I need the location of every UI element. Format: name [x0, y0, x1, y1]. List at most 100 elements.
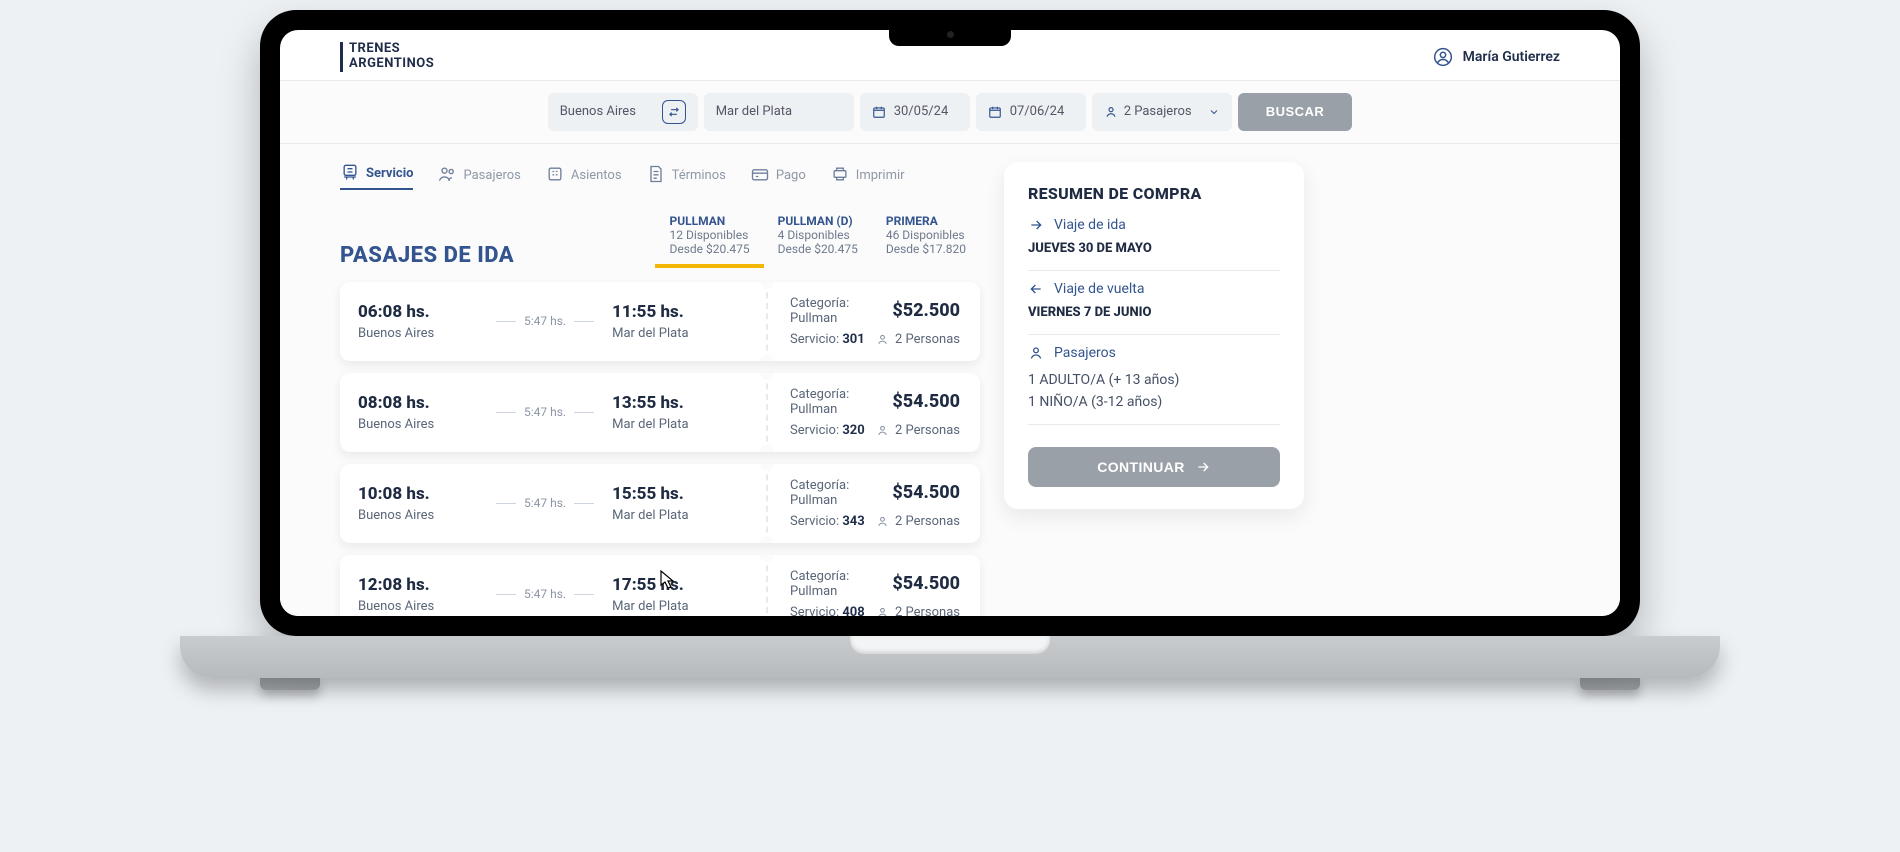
- step-icon: [750, 164, 770, 188]
- person-icon: [876, 515, 889, 528]
- destination-value: Mar del Plata: [716, 104, 792, 119]
- person-icon: [876, 606, 889, 616]
- step-icon: [340, 162, 360, 186]
- user-name: María Gutierrez: [1463, 49, 1560, 65]
- dep-time: 06:08 hs.: [358, 302, 478, 322]
- step-label: Pasajeros: [463, 168, 520, 183]
- category-tab[interactable]: PRIMERA46 DisponiblesDesde $17.820: [872, 210, 980, 268]
- section-title: PASAJES DE IDA: [340, 243, 514, 268]
- cat-avail: 46 Disponibles: [886, 228, 966, 242]
- trip-card[interactable]: 10:08 hs.Buenos Aires5:47 hs.15:55 hs.Ma…: [340, 464, 980, 543]
- pax: 2 Personas: [876, 514, 960, 529]
- cat-from: Desde $17.820: [886, 242, 966, 256]
- dep-time: 08:08 hs.: [358, 393, 478, 413]
- ticket-divider: [766, 464, 768, 543]
- swap-icon: [667, 105, 681, 119]
- arr-time: 13:55 hs.: [612, 393, 732, 413]
- summary-go-date: JUEVES 30 DE MAYO: [1028, 241, 1280, 256]
- step-servicio[interactable]: Servicio: [340, 162, 413, 190]
- arrow-right-icon: [1195, 459, 1211, 475]
- summary-back-row: Viaje de vuelta: [1028, 281, 1280, 297]
- category-tabs: PULLMAN12 DisponiblesDesde $20.475PULLMA…: [655, 210, 980, 268]
- search-button[interactable]: BUSCAR: [1238, 93, 1353, 131]
- ticket-divider: [766, 282, 768, 361]
- arr-city: Mar del Plata: [612, 326, 732, 341]
- step-pago[interactable]: Pago: [750, 164, 806, 188]
- cat-avail: 4 Disponibles: [778, 228, 858, 242]
- pax: 2 Personas: [876, 605, 960, 616]
- arrow-left-icon: [1028, 281, 1044, 297]
- search-bar: Buenos Aires Mar del Plata 30/05/24 07/0…: [280, 80, 1620, 144]
- ticket-divider: [766, 555, 768, 616]
- step-icon: [646, 164, 666, 188]
- brand-line1: TRENES: [349, 42, 434, 57]
- date-back-value: 07/06/24: [1010, 104, 1065, 119]
- category-label: Categoría: Pullman: [790, 296, 892, 326]
- passengers-value: 2 Pasajeros: [1124, 104, 1192, 119]
- arr-time: 11:55 hs.: [612, 302, 732, 322]
- swap-button[interactable]: [662, 100, 686, 124]
- dep-city: Buenos Aires: [358, 599, 478, 614]
- summary-pax-label: Pasajeros: [1054, 345, 1116, 361]
- pax: 2 Personas: [876, 332, 960, 347]
- person-icon: [1104, 105, 1118, 119]
- step-pasajeros[interactable]: Pasajeros: [437, 164, 520, 188]
- passengers-field[interactable]: 2 Pasajeros: [1092, 93, 1232, 131]
- trip-card[interactable]: 12:08 hs.Buenos Aires5:47 hs.17:55 hs.Ma…: [340, 555, 980, 616]
- trip-card[interactable]: 06:08 hs. Buenos Aires 5:47 hs. 11:55 hs. Ma…: [340, 282, 980, 361]
- summary-pax-line: 1 NIÑO/A (3-12 años): [1028, 391, 1280, 413]
- date-back-field[interactable]: 07/06/24: [976, 93, 1086, 131]
- ticket-divider: [766, 373, 768, 452]
- step-asientos[interactable]: Asientos: [545, 164, 622, 188]
- chevron-down-icon: [1208, 106, 1220, 118]
- summary-title: RESUMEN DE COMPRA: [1028, 184, 1280, 203]
- pax: 2 Personas: [876, 423, 960, 438]
- cat-name: PULLMAN (D): [778, 214, 858, 228]
- step-label: Pago: [776, 168, 806, 183]
- step-términos[interactable]: Términos: [646, 164, 726, 188]
- person-icon: [876, 424, 889, 437]
- arrow-right-icon: [1028, 217, 1044, 233]
- divider: [1028, 424, 1280, 425]
- step-icon: [830, 164, 850, 188]
- duration: 5:47 hs.: [496, 405, 594, 419]
- price: $52.500: [892, 300, 960, 321]
- category-tab[interactable]: PULLMAN (D)4 DisponiblesDesde $20.475: [764, 210, 872, 268]
- person-icon: [1028, 345, 1044, 361]
- category-label: Categoría: Pullman: [790, 569, 892, 599]
- summary-pax-list: 1 ADULTO/A (+ 13 años)1 NIÑO/A (3-12 año…: [1028, 369, 1280, 414]
- destination-field[interactable]: Mar del Plata: [704, 93, 854, 131]
- category-tab[interactable]: PULLMAN12 DisponiblesDesde $20.475: [655, 210, 763, 268]
- date-go-field[interactable]: 30/05/24: [860, 93, 970, 131]
- step-label: Imprimir: [856, 168, 905, 183]
- price: $54.500: [892, 391, 960, 412]
- progress-steps: Servicio Pasajeros Asientos Términos Pago Imp…: [340, 162, 980, 190]
- summary-back-date: VIERNES 7 DE JUNIO: [1028, 305, 1280, 320]
- service: Servicio: 301: [790, 332, 865, 347]
- divider: [1028, 334, 1280, 335]
- service: Servicio: 343: [790, 514, 865, 529]
- user-menu[interactable]: María Gutierrez: [1433, 47, 1560, 67]
- calendar-icon: [988, 105, 1002, 119]
- cat-from: Desde $20.475: [669, 242, 749, 256]
- continue-button[interactable]: CONTINUAR: [1028, 447, 1280, 487]
- cat-name: PRIMERA: [886, 214, 966, 228]
- dep-city: Buenos Aires: [358, 417, 478, 432]
- arr-city: Mar del Plata: [612, 599, 732, 614]
- dep-time: 10:08 hs.: [358, 484, 478, 504]
- step-icon: [545, 164, 565, 188]
- arr-time: 15:55 hs.: [612, 484, 732, 504]
- summary-go-row: Viaje de ida: [1028, 217, 1280, 233]
- category-label: Categoría: Pullman: [790, 478, 892, 508]
- step-imprimir[interactable]: Imprimir: [830, 164, 905, 188]
- dep-city: Buenos Aires: [358, 326, 478, 341]
- summary-pax-line: 1 ADULTO/A (+ 13 años): [1028, 369, 1280, 391]
- duration: 5:47 hs.: [496, 314, 594, 328]
- price: $54.500: [892, 573, 960, 594]
- summary-go-label: Viaje de ida: [1054, 217, 1126, 233]
- brand-line2: ARGENTINOS: [349, 57, 434, 72]
- duration: 5:47 hs.: [496, 587, 594, 601]
- origin-field[interactable]: Buenos Aires: [548, 93, 698, 131]
- summary-back-label: Viaje de vuelta: [1054, 281, 1145, 297]
- trip-card[interactable]: 08:08 hs.Buenos Aires5:47 hs.13:55 hs.Ma…: [340, 373, 980, 452]
